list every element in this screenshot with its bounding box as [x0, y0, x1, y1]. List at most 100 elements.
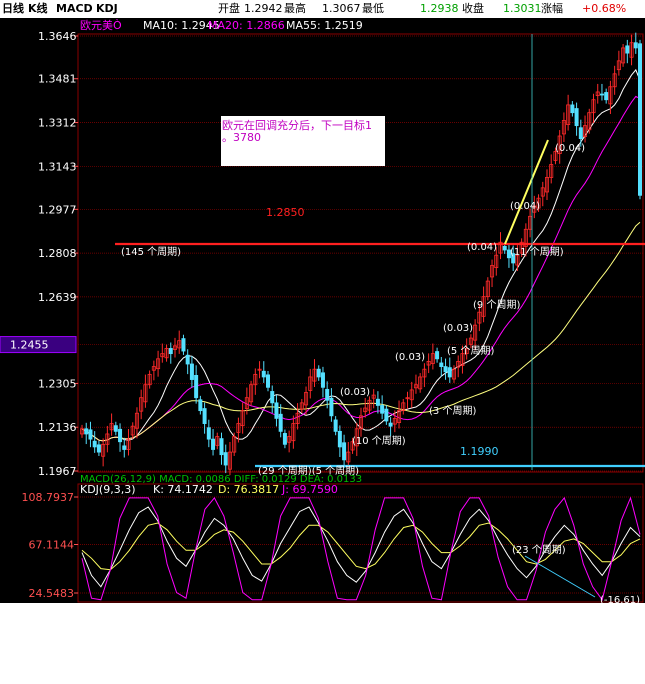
close-value: 1.3031 — [503, 2, 542, 15]
y-tick-label: 1.3143 — [38, 160, 77, 173]
candle-body — [92, 440, 97, 448]
high-value: 1.3067 — [322, 2, 361, 15]
candle-body — [388, 422, 393, 427]
y-tick-label: 1.2808 — [38, 247, 77, 260]
annotation: (0.03) — [395, 352, 425, 363]
candle-body — [578, 127, 583, 139]
header: 日线 K线 MACD KDJ — [2, 1, 118, 15]
y-tick-label: 24.5483 — [29, 587, 75, 600]
candle-body — [447, 367, 452, 378]
candle-body — [219, 438, 224, 456]
candle-body — [118, 428, 123, 443]
y-tick-label: 1.2639 — [38, 291, 77, 304]
kdj-j-label: J: 69.7590 — [281, 483, 338, 496]
candle-body — [570, 104, 575, 114]
y-tick-label: 1.3312 — [38, 117, 77, 130]
note-line-1: 欧元在回调充分后，下一目标1 — [222, 118, 372, 132]
candle-body — [443, 366, 448, 373]
y-tick-label: 1.2977 — [38, 203, 77, 216]
candle-body — [633, 42, 638, 49]
level-1-1990-label: 1.1990 — [460, 445, 499, 458]
y-tick-label: 1.1967 — [38, 465, 77, 478]
annotation: (0.04) — [555, 143, 585, 154]
symbol-label: 欧元美Ò — [80, 19, 122, 32]
tab-macd[interactable]: MACD — [56, 2, 93, 15]
y-tick-label: 108.7937 — [22, 491, 75, 504]
candle-body — [325, 388, 330, 401]
y-tick-label: 1.3646 — [38, 30, 77, 43]
annotation: (0.04) — [510, 201, 540, 212]
close-label: 收盘 — [462, 1, 484, 15]
candle-body — [337, 430, 342, 448]
change-value: +0.68% — [582, 2, 626, 15]
low-label: 最低 — [362, 2, 384, 15]
candle-body — [211, 438, 216, 450]
open-value: 1.2942 — [244, 2, 283, 15]
candle-body — [189, 363, 194, 380]
candle-body — [375, 398, 380, 406]
annotation: (145 个周期) — [121, 246, 181, 258]
annotation: (11 个周期) — [510, 246, 564, 258]
candle-body — [278, 413, 283, 432]
candle-body — [265, 374, 270, 388]
tab-kline[interactable]: K线 — [28, 1, 48, 15]
y-tick-label: 1.2455 — [10, 339, 49, 352]
candle-body — [333, 419, 338, 432]
candle-body — [342, 442, 347, 461]
candle-body — [113, 425, 118, 432]
kdj-annotation: (23 个周期) — [512, 544, 566, 556]
y-tick-label: 67.1144 — [29, 538, 75, 551]
candle-body — [638, 43, 643, 196]
chart-background — [0, 18, 645, 603]
annotation: (9 个周期) — [473, 299, 520, 311]
level-1-2850-label: 1.2850 — [266, 206, 305, 219]
candle-body — [261, 370, 266, 378]
y-tick-label: 1.3481 — [38, 73, 77, 86]
kdj-label: KDJ(9,3,3) — [80, 483, 136, 496]
candle-body — [435, 351, 440, 360]
ma20-label: MA20: 1.2866 — [208, 19, 285, 32]
candle-body — [194, 374, 199, 399]
candle-body — [604, 92, 609, 101]
candle-body — [202, 408, 207, 424]
kdj-d-label: D: 76.3817 — [218, 483, 279, 496]
candle-body — [384, 408, 389, 422]
annotation: (0.04) — [467, 242, 497, 253]
candle-body — [599, 93, 604, 96]
candle-body — [625, 45, 630, 54]
candle-body — [185, 354, 190, 365]
kdj-legend: KDJ(9,3,3) K: 74.1742 D: 76.3817 J: 69.7… — [80, 483, 338, 496]
candle-body — [320, 372, 325, 388]
annotation: (0.03) — [443, 323, 473, 334]
annotation: (5 个周期) — [447, 345, 494, 357]
note-line-2: 。3780 — [222, 131, 261, 144]
tab-kdj[interactable]: KDJ — [96, 2, 118, 15]
kdj-k-label: K: 74.1742 — [153, 483, 213, 496]
candle-body — [198, 399, 203, 412]
candle-body — [88, 429, 93, 440]
candle-body — [502, 245, 507, 251]
candle-body — [439, 362, 444, 367]
kdj-annotation: (-16.61) — [600, 595, 640, 606]
candle-body — [316, 368, 321, 378]
high-label: 最高 — [284, 1, 306, 15]
candle-body — [168, 348, 173, 355]
candle-body — [380, 405, 385, 414]
candle-body — [223, 452, 228, 466]
candle-body — [181, 338, 186, 352]
tab-daily[interactable]: 日线 — [2, 1, 24, 15]
candle-body — [206, 427, 211, 440]
change-label: 涨幅 — [541, 2, 563, 15]
candle-body — [282, 433, 287, 445]
candle-body — [84, 428, 89, 435]
annotation: (10 个周期) — [352, 435, 406, 447]
candle-body — [96, 444, 101, 453]
y-tick-label: 1.2136 — [38, 421, 77, 434]
candle-body — [329, 397, 334, 417]
ma55-label: MA55: 1.2519 — [286, 19, 363, 32]
annotation: (3 个周期) — [429, 405, 476, 417]
open-label: 开盘 — [218, 1, 240, 15]
annotation: (0.03) — [340, 387, 370, 398]
candle-body — [574, 108, 579, 127]
y-tick-label: 1.2305 — [38, 377, 77, 390]
